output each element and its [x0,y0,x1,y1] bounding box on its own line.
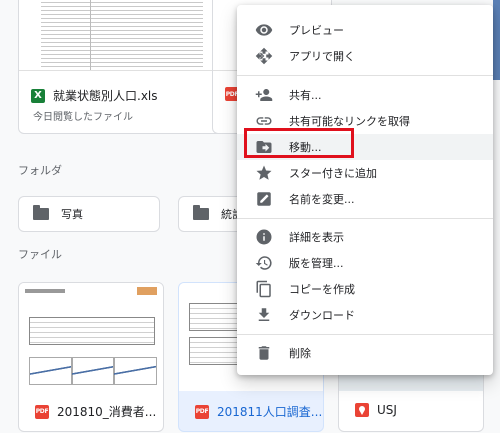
menu-divider [237,218,493,219]
menu-item-label: 共有可能なリンクを取得 [289,115,410,128]
menu-item-label: 削除 [289,347,311,360]
excel-file-icon: X [31,88,45,103]
document-thumbnail [19,283,163,391]
menu-item-label: 名前を変更... [289,193,355,206]
menu-item-manage-versions[interactable]: 版を管理... [237,250,493,276]
chevron-right-icon [260,52,265,60]
file-name: 就業状態別人口.xls [53,89,158,103]
menu-divider [237,75,493,76]
history-icon [255,256,272,270]
image-thumbnail-edge [493,0,500,80]
highlight-box [244,128,354,158]
menu-item-preview[interactable]: プレビュー [237,17,493,43]
menu-item-label: ダウンロード [289,309,355,322]
menu-item-download[interactable]: ダウンロード [237,302,493,328]
menu-item-details[interactable]: 詳細を表示 [237,224,493,250]
download-icon [258,308,270,321]
folder-icon [193,205,209,220]
edit-icon [257,192,271,206]
folder-item[interactable]: 写真 [18,196,160,232]
menu-item-label: アプリで開く [289,50,355,63]
folders-section-title: フォルダ [18,164,62,177]
menu-item-label: 版を管理... [289,257,344,270]
copy-icon [256,280,271,298]
menu-item-label: 詳細を表示 [289,231,344,244]
context-menu: プレビュー アプリで開く 共有... 共有可能なリンクを取得 移動... スター… [237,5,493,375]
menu-item-share[interactable]: 共有... [237,82,493,108]
recent-file-card[interactable]: X 就業状態別人口.xls 今日閲覧したファイル [18,0,226,134]
trash-icon [258,346,270,360]
menu-item-open-with[interactable]: アプリで開く [237,43,493,69]
pdf-file-icon: PDF [35,404,49,419]
menu-divider [237,334,493,335]
menu-item-delete[interactable]: 削除 [237,340,493,366]
menu-item-label: プレビュー [289,24,344,37]
menu-item-label: 共有... [289,89,322,102]
menu-item-label: スター付きに追加 [289,167,377,180]
menu-item-label: コピーを作成 [289,283,355,296]
menu-item-rename[interactable]: 名前を変更... [237,186,493,212]
maps-pin-icon [355,403,369,417]
files-section-title: ファイル [18,248,62,261]
file-subtitle: 今日閲覧したファイル [33,112,133,123]
folder-name: 写真 [61,208,83,221]
pdf-file-icon: PDF [195,404,209,419]
file-name: 201810_消費者... [57,405,157,419]
menu-item-make-copy[interactable]: コピーを作成 [237,276,493,302]
person-add-icon [255,89,273,101]
eye-icon [255,24,273,36]
file-name: USJ [377,403,397,417]
menu-item-add-star[interactable]: スター付きに追加 [237,160,493,186]
file-card[interactable]: PDF 201810_消費者... [18,282,164,432]
spreadsheet-thumbnail [19,0,225,71]
folder-icon [33,205,49,220]
info-icon [256,229,272,245]
file-name: 201811人口調査... [217,405,323,419]
star-icon [256,165,272,180]
